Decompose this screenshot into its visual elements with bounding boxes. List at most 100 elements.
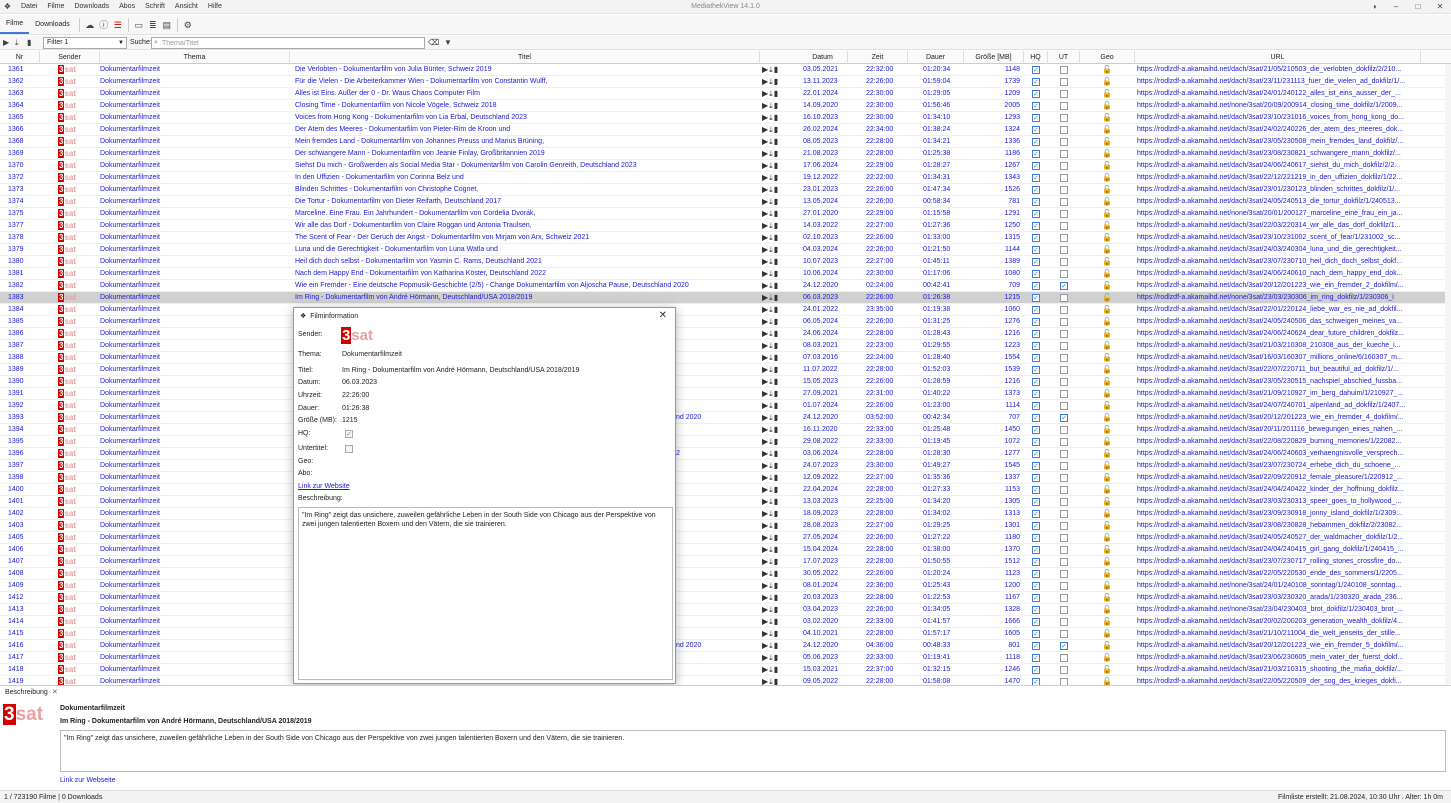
bookmark-icon[interactable]: ▮: [774, 149, 779, 158]
header-datum[interactable]: Datum: [798, 51, 848, 64]
bookmark-icon[interactable]: ▮: [774, 473, 779, 482]
cell-url[interactable]: https://rodlzdf-a.akamaihd.net/dach/3sat…: [1137, 472, 1417, 484]
bookmark-icon[interactable]: ▮: [774, 533, 779, 542]
table-row[interactable]: 1375 3sat Dokumentarfilmzeit Marceline. Ein…: [0, 208, 1451, 220]
table-row[interactable]: 1388 3sat Dokumentarfilmzeit ▶⤓▮ 07.03.2016 2…: [0, 352, 1451, 364]
table-row[interactable]: 1381 3sat Dokumentarfilmzeit Nach dem Happy…: [0, 268, 1451, 280]
table-row[interactable]: 1412 3sat Dokumentarfilmzeit ▶⤓▮ 20.03.2023 2…: [0, 592, 1451, 604]
panel-icon[interactable]: ▭: [132, 18, 146, 32]
bookmark-icon[interactable]: ▮: [774, 173, 779, 182]
cell-url[interactable]: https://rodlzdf-a.akamaihd.net/dach/3sat…: [1137, 388, 1417, 400]
table-row[interactable]: 1377 3sat Dokumentarfilmzeit Wir alle das D…: [0, 220, 1451, 232]
table-row[interactable]: 1374 3sat Dokumentarfilmzeit Die Tortur - D…: [0, 196, 1451, 208]
bookmark-icon[interactable]: ▮: [774, 341, 779, 350]
table-row[interactable]: 1407 3sat Dokumentarfilmzeit ▶⤓▮ 17.07.2023 2…: [0, 556, 1451, 568]
cell-url[interactable]: https://rodlzdf-a.akamaihd.net/dach/3sat…: [1137, 136, 1417, 148]
cell-url[interactable]: https://rodlzdf-a.akamaihd.net/dach/3sat…: [1137, 220, 1417, 232]
close-icon[interactable]: ✕: [659, 310, 667, 322]
bookmark-icon[interactable]: ▮: [774, 233, 779, 242]
cell-url[interactable]: https://rodlzdf-a.akamaihd.net/dach/3sat…: [1137, 520, 1417, 532]
bookmark-icon[interactable]: ▮: [774, 317, 779, 326]
header-hq[interactable]: HQ: [1024, 51, 1048, 64]
tab-filme[interactable]: Filme: [0, 16, 30, 34]
table-row[interactable]: 1370 3sat Dokumentarfilmzeit Siehst Du mich…: [0, 160, 1451, 172]
table-row[interactable]: 1392 3sat Dokumentarfilmzeit ▶⤓▮ 01.07.2024 2…: [0, 400, 1451, 412]
bookmark-icon[interactable]: ▮: [774, 557, 779, 566]
info-icon[interactable]: ⓘ: [97, 18, 111, 32]
table-row[interactable]: 1398 3sat Dokumentarfilmzeit ▶⤓▮ 12.09.2022 2…: [0, 472, 1451, 484]
table-row[interactable]: 1415 3sat Dokumentarfilmzeit ▶⤓▮ 04.10.2021 2…: [0, 628, 1451, 640]
bookmark-icon[interactable]: ▮: [774, 293, 779, 302]
table-row[interactable]: 1418 3sat Dokumentarfilmzeit ▶⤓▮ 15.03.2021 2…: [0, 664, 1451, 676]
menu-datei[interactable]: Datei: [16, 0, 42, 14]
cell-url[interactable]: https://rodlzdf-a.akamaihd.net/dach/3sat…: [1137, 76, 1417, 88]
table-row[interactable]: 1365 3sat Dokumentarfilmzeit Voices from Ho…: [0, 112, 1451, 124]
bookmark-icon[interactable]: ▮: [774, 509, 779, 518]
bookmark-icon[interactable]: ▮: [774, 89, 779, 98]
header-ut[interactable]: UT: [1048, 51, 1080, 64]
header-geo[interactable]: Geo: [1080, 51, 1135, 64]
header-titel[interactable]: Titel: [290, 51, 760, 64]
cell-url[interactable]: https://rodlzdf-a.akamaihd.net/dach/3sat…: [1137, 340, 1417, 352]
menu-abos[interactable]: Abos: [114, 0, 140, 14]
cell-url[interactable]: https://rodlzdf-a.akamaihd.net/dach/3sat…: [1137, 160, 1417, 172]
bookmark-icon[interactable]: ▮: [774, 377, 779, 386]
table-row[interactable]: 1413 3sat Dokumentarfilmzeit ▶⤓▮ 03.04.2023 2…: [0, 604, 1451, 616]
maximize-icon[interactable]: □: [1407, 0, 1429, 14]
bookmark-icon[interactable]: ▮: [774, 329, 779, 338]
bookmark-icon[interactable]: ▮: [774, 389, 779, 398]
cell-url[interactable]: https://rodlzdf-a.akamaihd.net/dach/3sat…: [1137, 232, 1417, 244]
header-sender[interactable]: Sender: [40, 51, 100, 64]
table-row[interactable]: 1380 3sat Dokumentarfilmzeit Heil dich doch…: [0, 256, 1451, 268]
bookmark-icon[interactable]: ▮: [774, 449, 779, 458]
table-row[interactable]: 1379 3sat Dokumentarfilmzeit Luna und die G…: [0, 244, 1451, 256]
cell-url[interactable]: https://rodlzdf-a.akamaihd.net/dach/3sat…: [1137, 592, 1417, 604]
header-nr[interactable]: Nr: [0, 51, 40, 64]
table-row[interactable]: 1397 3sat Dokumentarfilmzeit ▶⤓▮ 24.07.2023 2…: [0, 460, 1451, 472]
bookmark-icon[interactable]: ▮: [774, 569, 779, 578]
bookmark-icon[interactable]: ▮: [774, 461, 779, 470]
bookmark-icon[interactable]: ▮: [774, 197, 779, 206]
cell-url[interactable]: https://rodlzdf-a.akamaihd.net/dach/3sat…: [1137, 280, 1417, 292]
cell-url[interactable]: https://rodlzdf-a.akamaihd.net/dach/3sat…: [1137, 424, 1417, 436]
table-row[interactable]: 1403 3sat Dokumentarfilmzeit ▶⤓▮ 28.08.2023 2…: [0, 520, 1451, 532]
database-icon[interactable]: ≣: [146, 18, 160, 32]
cell-url[interactable]: https://rodlzdf-a.akamaihd.net/dach/3sat…: [1137, 124, 1417, 136]
cell-url[interactable]: https://rodlzdf-a.akamaihd.net/none/3sat…: [1137, 580, 1417, 592]
bookmark-icon[interactable]: ▮: [774, 413, 779, 422]
table-row[interactable]: 1373 3sat Dokumentarfilmzeit Blinden Schrit…: [0, 184, 1451, 196]
cell-url[interactable]: https://rodlzdf-a.akamaihd.net/dach/3sat…: [1137, 196, 1417, 208]
cell-url[interactable]: https://rodlzdf-a.akamaihd.net/dach/3sat…: [1137, 364, 1417, 376]
bookmark-icon[interactable]: ▮: [774, 185, 779, 194]
menu-ansicht[interactable]: Ansicht: [170, 0, 203, 14]
table-row[interactable]: 1391 3sat Dokumentarfilmzeit ▶⤓▮ 27.09.2021 2…: [0, 388, 1451, 400]
table-row[interactable]: 1396 3sat Dokumentarfilmzeit 2 ▶⤓▮ 03.06.2024…: [0, 448, 1451, 460]
cell-url[interactable]: https://rodlzdf-a.akamaihd.net/dach/3sat…: [1137, 64, 1417, 76]
table-row[interactable]: 1363 3sat Dokumentarfilmzeit Alles ist Eins…: [0, 88, 1451, 100]
cell-url[interactable]: https://rodlzdf-a.akamaihd.net/dach/3sat…: [1137, 256, 1417, 268]
bookmark-icon[interactable]: ▮: [774, 65, 779, 74]
table-row[interactable]: 1408 3sat Dokumentarfilmzeit ▶⤓▮ 30.05.2022 2…: [0, 568, 1451, 580]
cell-url[interactable]: https://rodlzdf-a.akamaihd.net/dach/3sat…: [1137, 328, 1417, 340]
menu-filme[interactable]: Filme: [42, 0, 69, 14]
table-row[interactable]: 1372 3sat Dokumentarfilmzeit In den Uffizie…: [0, 172, 1451, 184]
cell-url[interactable]: https://rodlzdf-a.akamaihd.net/none/3sat…: [1137, 604, 1417, 616]
bookmark-icon[interactable]: ▮: [774, 497, 779, 506]
minimize-icon[interactable]: –: [1385, 0, 1407, 14]
bookmark-icon[interactable]: ▮: [774, 245, 779, 254]
table-row[interactable]: 1394 3sat Dokumentarfilmzeit ▶⤓▮ 16.11.2020 2…: [0, 424, 1451, 436]
bookmark-icon[interactable]: ▮: [774, 629, 779, 638]
table-row[interactable]: 1368 3sat Dokumentarfilmzeit Mein fremdes L…: [0, 136, 1451, 148]
cell-url[interactable]: https://rodlzdf-a.akamaihd.net/dach/3sat…: [1137, 568, 1417, 580]
bookmark-icon[interactable]: ▮: [774, 281, 779, 290]
table-row[interactable]: 1400 3sat Dokumentarfilmzeit ▶⤓▮ 22.04.2024 2…: [0, 484, 1451, 496]
bookmark-icon[interactable]: ▮: [774, 617, 779, 626]
table-row[interactable]: 1406 3sat Dokumentarfilmzeit ▶⤓▮ 15.04.2024 2…: [0, 544, 1451, 556]
cloud-download-icon[interactable]: ☁: [83, 18, 97, 32]
table-row[interactable]: 1405 3sat Dokumentarfilmzeit ▶⤓▮ 27.05.2024 2…: [0, 532, 1451, 544]
cell-url[interactable]: https://rodlzdf-a.akamaihd.net/none/3sat…: [1137, 208, 1417, 220]
table-row[interactable]: 1390 3sat Dokumentarfilmzeit ▶⤓▮ 15.05.2023 2…: [0, 376, 1451, 388]
header-thema[interactable]: Thema: [100, 51, 290, 64]
bookmark-icon[interactable]: ▮: [774, 77, 779, 86]
cell-url[interactable]: https://rodlzdf-a.akamaihd.net/dach/3sat…: [1137, 544, 1417, 556]
